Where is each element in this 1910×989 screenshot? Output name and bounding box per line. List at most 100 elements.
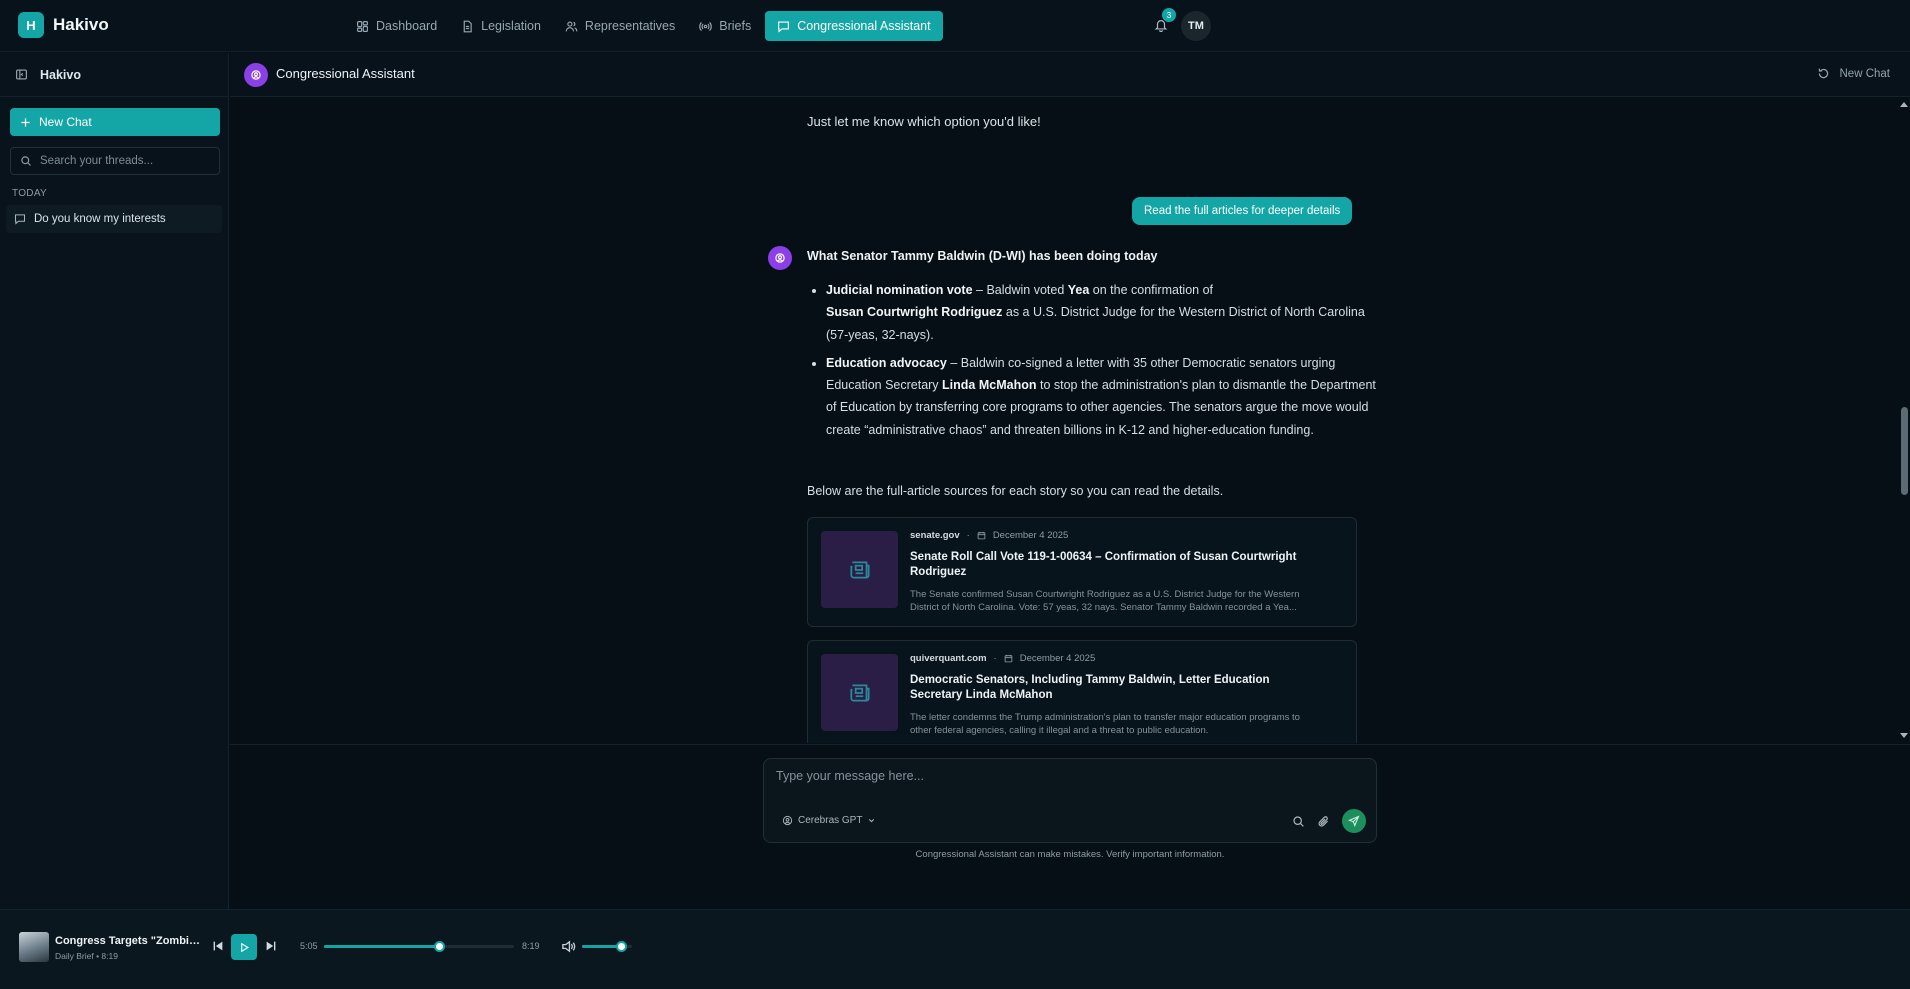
sidebar-toggle-icon[interactable]	[15, 68, 28, 81]
source-title[interactable]: Democratic Senators, Including Tammy Bal…	[910, 673, 1310, 703]
chevron-down-icon	[869, 819, 875, 823]
section-label-today: TODAY	[12, 188, 48, 199]
app-logo[interactable]: H Hakivo	[18, 12, 109, 38]
assistant-message-text: Just let me know which option you'd like…	[807, 114, 1041, 129]
nav-briefs-label: Briefs	[719, 19, 752, 33]
document-icon	[463, 20, 472, 32]
skip-back-icon[interactable]	[211, 939, 225, 953]
main-nav: Dashboard Legislation Representatives Br…	[346, 11, 943, 41]
paperclip-icon[interactable]	[1317, 815, 1330, 828]
new-chat-button[interactable]: New Chat	[10, 108, 220, 136]
thread-search[interactable]	[10, 147, 220, 175]
model-selector[interactable]: Cerebras GPT	[782, 815, 876, 826]
composer-tools	[1292, 809, 1366, 833]
play-button[interactable]	[231, 934, 257, 960]
search-icon	[21, 156, 31, 166]
scroll-up-arrow[interactable]	[1900, 102, 1908, 107]
source-date: December 4 2025	[992, 530, 1069, 541]
audio-player: Congress Targets "Zombie Pro... Daily Br…	[0, 909, 1910, 989]
nav-dashboard-label: Dashboard	[376, 19, 438, 33]
progress-handle[interactable]	[434, 941, 446, 952]
thread-item[interactable]: Do you know my interests	[6, 205, 222, 233]
sidebar-title: Hakivo	[40, 67, 81, 82]
thread-sidebar: Hakivo New Chat TODAY Do you know my int…	[0, 53, 229, 909]
track-cover-image	[19, 932, 49, 962]
assistant-avatar	[244, 63, 268, 87]
duration: 8:19	[522, 941, 540, 951]
composer-area: Cerebras GPT Congressional Assistant can…	[230, 744, 1910, 909]
track-subtitle: Daily Brief • 8:19	[55, 951, 118, 961]
chat-title: Congressional Assistant	[276, 66, 415, 81]
nav-legislation-label: Legislation	[481, 19, 541, 33]
source-title[interactable]: Senate Roll Call Vote 119-1-00634 – Conf…	[910, 550, 1310, 580]
newspaper-icon	[849, 684, 870, 701]
bot-icon	[251, 70, 261, 80]
calendar-icon	[1004, 654, 1013, 663]
nav-legislation[interactable]: Legislation	[451, 11, 551, 41]
newspaper-icon	[849, 561, 870, 578]
broadcast-icon	[699, 21, 713, 31]
nav-dashboard[interactable]: Dashboard	[346, 11, 447, 41]
volume-handle[interactable]	[616, 941, 627, 952]
disclaimer-text: Congressional Assistant can make mistake…	[915, 849, 1225, 860]
assistant-avatar	[768, 246, 792, 270]
user-message-bubble: Read the full articles for deeper detail…	[1132, 197, 1353, 225]
scrollbar-thumb[interactable]	[1901, 407, 1908, 495]
nav-congressional-assistant[interactable]: Congressional Assistant	[765, 11, 943, 41]
source-card[interactable]: senate.gov · December 4 2025 Senate Roll…	[807, 517, 1357, 627]
response-bullets: Judicial nomination vote – Baldwin voted…	[807, 279, 1387, 447]
source-date: December 4 2025	[1019, 653, 1096, 664]
volume-slider[interactable]	[582, 941, 632, 952]
sources-intro: Below are the full-article sources for e…	[807, 484, 1224, 498]
message-scrollbar[interactable]	[1898, 98, 1910, 743]
scroll-down-arrow[interactable]	[1900, 733, 1908, 738]
source-snippet: The letter condemns the Trump administra…	[910, 712, 1300, 736]
user-avatar[interactable]: TM	[1181, 11, 1211, 41]
refresh-icon	[1818, 68, 1828, 79]
source-snippet: The Senate confirmed Susan Courtwright R…	[910, 589, 1300, 613]
chat-header: Congressional Assistant New Chat	[230, 53, 1910, 97]
source-domain: quiverquant.com	[910, 653, 987, 664]
meta-separator: ·	[966, 530, 970, 541]
model-icon	[782, 815, 793, 826]
calendar-icon	[977, 531, 986, 540]
volume-icon[interactable]	[561, 939, 576, 954]
users-icon	[565, 20, 578, 31]
skip-forward-icon[interactable]	[264, 939, 278, 953]
send-icon	[1348, 815, 1360, 827]
response-title: What Senator Tammy Baldwin (D-WI) has be…	[807, 249, 1158, 263]
source-meta: quiverquant.com · December 4 2025	[910, 653, 1095, 664]
message-list: Just let me know which option you'd like…	[230, 98, 1910, 743]
message-input[interactable]	[776, 769, 1356, 789]
source-card[interactable]: quiverquant.com · December 4 2025 Democr…	[807, 640, 1357, 743]
track-title: Congress Targets "Zombie Pro...	[55, 935, 200, 947]
header-new-chat-label: New Chat	[1839, 67, 1891, 80]
top-navbar: H Hakivo Dashboard Legislation Represent…	[0, 0, 1910, 52]
nav-representatives-label: Representatives	[584, 19, 676, 33]
message-composer: Cerebras GPT	[763, 758, 1377, 843]
play-icon	[240, 942, 249, 952]
source-thumbnail	[821, 531, 898, 608]
source-thumbnail	[821, 654, 898, 731]
notifications-button[interactable]: 3	[1150, 8, 1176, 36]
notification-count-badge: 3	[1162, 8, 1176, 22]
progress-fill	[324, 945, 440, 948]
send-button[interactable]	[1342, 809, 1366, 833]
sidebar-header: Hakivo	[0, 53, 228, 97]
meta-separator: ·	[993, 653, 997, 664]
current-time: 5:05	[300, 941, 318, 951]
nav-briefs[interactable]: Briefs	[689, 11, 761, 41]
logo-mark: H	[18, 12, 44, 38]
bullet-judicial-vote: Judicial nomination vote – Baldwin voted…	[826, 279, 1387, 346]
thread-search-input[interactable]	[40, 155, 210, 167]
app-name: Hakivo	[53, 15, 109, 34]
progress-bar[interactable]	[324, 941, 514, 952]
header-new-chat-button[interactable]: New Chat	[1817, 67, 1891, 80]
model-name: Cerebras GPT	[798, 815, 863, 826]
dashboard-icon	[357, 20, 368, 32]
chat-bubble-icon	[778, 20, 790, 33]
nav-representatives[interactable]: Representatives	[555, 11, 685, 41]
thread-item-label: Do you know my interests	[34, 213, 166, 225]
plus-icon	[21, 117, 30, 127]
search-icon[interactable]	[1292, 815, 1305, 828]
